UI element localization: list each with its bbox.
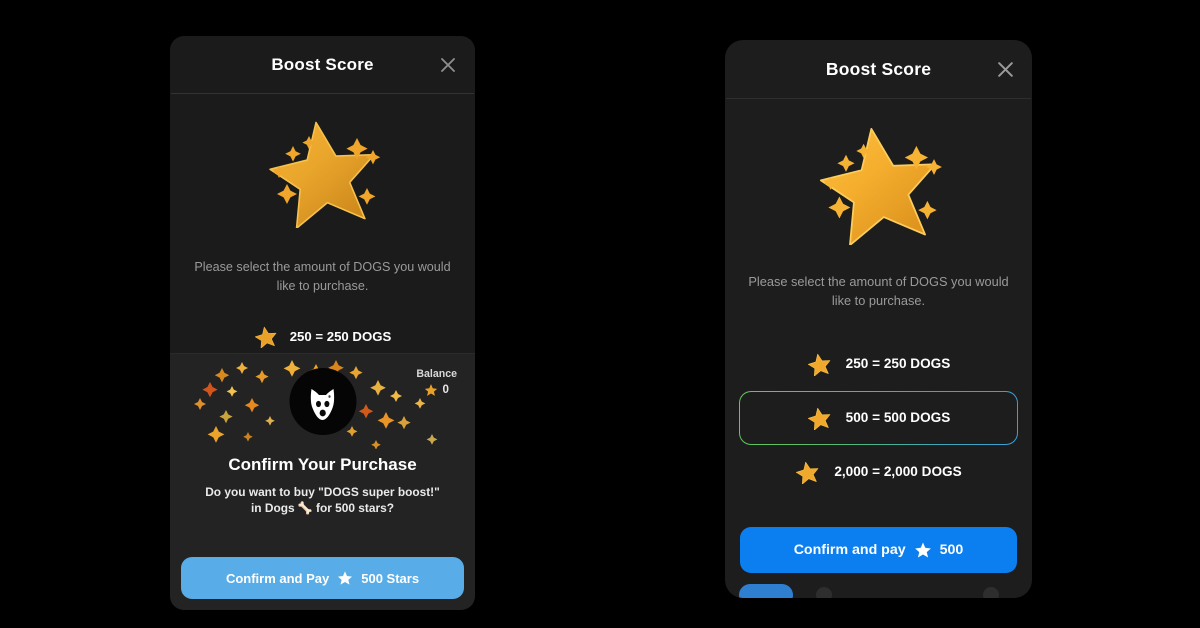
confirm-subtitle-line-2: in Dogs 🦴 for 500 stars?: [251, 501, 394, 516]
screenshot-canvas: Boost Score Please select the amount of …: [0, 0, 1200, 628]
pay-button-text-after: 500 Stars: [361, 570, 420, 586]
purchase-option-2000[interactable]: 2,000 = 2,000 DOGS: [739, 445, 1018, 499]
pay-button-text-before: Confirm and pay: [793, 541, 906, 558]
purchase-option-label: 2,000 = 2,000 DOGS: [834, 464, 962, 480]
page-title: Boost Score: [271, 54, 374, 74]
close-icon[interactable]: [437, 54, 459, 76]
gold-star-icon: [425, 383, 438, 396]
hero-star-illustration-right: [725, 109, 1032, 251]
gold-star-icon: [254, 327, 277, 349]
gold-star-icon: [796, 461, 819, 484]
confirm-purchase-subtitle: Do you want to buy "DOGS super boost!" i…: [190, 484, 455, 516]
confirm-and-pay-button-right[interactable]: Confirm and pay 500: [740, 526, 1017, 573]
pay-button-text-after: 500: [939, 541, 964, 558]
confirm-purchase-overlay: Balance 0 Confirm Your Purchase Do you w…: [170, 353, 475, 610]
confirm-subtitle-line-1: Do you want to buy "DOGS super boost!": [205, 485, 440, 499]
white-star-icon: [914, 542, 931, 558]
gold-star-icon: [807, 407, 830, 430]
confirm-artwork: Balance 0: [170, 354, 475, 449]
boost-score-dialog-left: Boost Score Please select the amount of …: [170, 36, 475, 610]
balance-display: Balance 0: [416, 368, 457, 397]
purchase-option-250[interactable]: 250 = 250 DOGS: [739, 337, 1018, 391]
purchase-option-500[interactable]: 500 = 500 DOGS: [739, 391, 1018, 445]
dialog-description-right: Please select the amount of DOGS you wou…: [748, 274, 1009, 308]
boost-score-dialog-right: Boost Score Please select the amount of …: [725, 40, 1032, 598]
white-star-icon: [338, 571, 353, 585]
cutoff-bottom-row: [725, 584, 1032, 598]
confirm-purchase-title: Confirm Your Purchase: [228, 455, 417, 474]
purchase-option-label: 250 = 250 DOGS: [289, 329, 392, 345]
hero-star-illustration-left: [170, 104, 475, 234]
gold-star-icon: [268, 121, 380, 228]
header-divider: [726, 98, 1031, 99]
confirm-and-pay-button-left[interactable]: Confirm and Pay 500 Stars: [181, 557, 464, 599]
dogs-logo-icon: [289, 368, 356, 435]
dialog-header-right: Boost Score: [725, 40, 1032, 98]
cutoff-dot-1[interactable]: [816, 587, 832, 598]
purchase-option-label: 250 = 250 DOGS: [845, 356, 951, 372]
gold-star-icon: [819, 127, 942, 245]
purchase-option-label: 500 = 500 DOGS: [845, 410, 951, 426]
balance-label: Balance: [416, 368, 457, 380]
page-title: Boost Score: [825, 58, 932, 79]
cutoff-blue-pill[interactable]: [739, 584, 793, 598]
pay-button-text-before: Confirm and Pay: [225, 570, 330, 586]
close-icon[interactable]: [994, 58, 1016, 80]
header-divider: [171, 93, 474, 94]
purchase-options-list: 250 = 250 DOGS 500 = 500 DOGS 2,000 = 2,…: [725, 337, 1032, 499]
dialog-header-left: Boost Score: [170, 36, 475, 93]
purchase-option-250[interactable]: 250 = 250 DOGS: [170, 325, 475, 349]
cutoff-dot-2[interactable]: [983, 587, 999, 598]
balance-value-group: 0: [416, 383, 457, 397]
gold-star-icon: [807, 353, 830, 376]
dialog-description-left: Please select the amount of DOGS you wou…: [194, 260, 451, 293]
balance-amount: 0: [442, 383, 449, 397]
